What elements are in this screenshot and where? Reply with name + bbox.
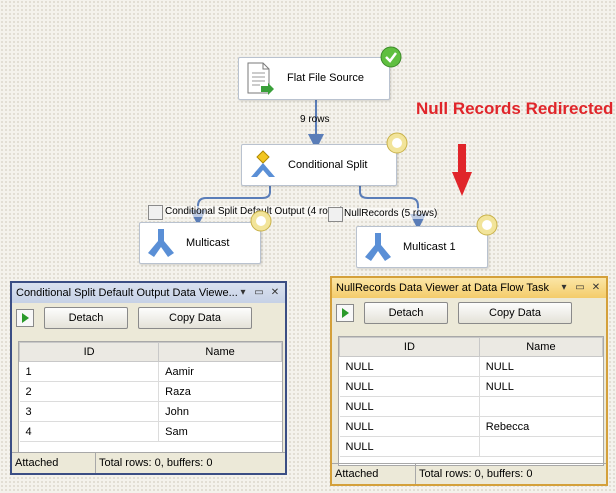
table-row[interactable]: NULL xyxy=(339,396,603,417)
viewer-title: NullRecords Data Viewer at Data Flow Tas… xyxy=(336,282,549,294)
table-row[interactable]: 2 Raza xyxy=(19,381,282,402)
pending-status-icon xyxy=(476,214,498,236)
viewer-statusbar: Attached Total rows: 0, buffers: 0 xyxy=(332,463,606,484)
table-row[interactable]: NULL NULL xyxy=(339,376,603,397)
column-header-name[interactable]: Name xyxy=(478,337,603,357)
viewer-toolbar: Detach Copy Data xyxy=(12,303,285,333)
table-cell: NULL xyxy=(339,396,480,417)
table-cell: NULL xyxy=(339,356,480,377)
maximize-icon[interactable]: ▭ xyxy=(574,282,586,294)
copy-data-button[interactable]: Copy Data xyxy=(138,307,252,329)
table-cell: 4 xyxy=(19,421,159,442)
table-cell: NULL xyxy=(339,416,480,437)
data-viewer-icon[interactable] xyxy=(148,205,163,220)
copy-data-button[interactable]: Copy Data xyxy=(458,302,572,324)
check-icon xyxy=(380,46,402,68)
table-cell xyxy=(478,436,603,457)
path-label-null[interactable]: NullRecords (5 rows) xyxy=(344,208,438,219)
table-cell: 3 xyxy=(19,401,159,422)
table-row[interactable]: NULL NULL xyxy=(339,356,603,377)
table-row[interactable]: NULL Rebecca xyxy=(339,416,603,437)
annotation-arrow-icon xyxy=(452,144,472,196)
multicast-1-node[interactable]: Multicast 1 xyxy=(356,226,488,268)
table-cell: John xyxy=(158,401,282,422)
viewer-titlebar[interactable]: Conditional Split Default Output Data Vi… xyxy=(12,283,285,303)
viewer-statusbar: Attached Total rows: 0, buffers: 0 xyxy=(12,452,285,473)
close-icon[interactable]: ✕ xyxy=(269,287,281,299)
viewer-titlebar[interactable]: NullRecords Data Viewer at Data Flow Tas… xyxy=(332,278,606,298)
table-cell xyxy=(478,396,603,417)
flat-file-source-node[interactable]: Flat File Source xyxy=(238,57,390,100)
table-cell: NULL xyxy=(478,376,603,397)
continue-button[interactable] xyxy=(336,304,354,322)
table-row[interactable]: 1 Aamir xyxy=(19,361,282,382)
column-header-name[interactable]: Name xyxy=(158,342,282,362)
detach-button[interactable]: Detach xyxy=(364,302,448,324)
table-cell: Aamir xyxy=(158,361,282,382)
continue-button[interactable] xyxy=(16,309,34,327)
annotation-text: Null Records Redirected xyxy=(416,99,614,118)
maximize-icon[interactable]: ▭ xyxy=(253,287,265,299)
flat-file-source-label: Flat File Source xyxy=(287,72,365,84)
pending-status-icon xyxy=(386,132,408,154)
multicast-icon xyxy=(148,229,174,257)
multicast-1-label: Multicast 1 xyxy=(403,241,456,253)
conditional-split-label: Conditional Split xyxy=(288,159,368,171)
column-header-id[interactable]: ID xyxy=(19,342,160,362)
table-cell: Raza xyxy=(158,381,282,402)
table-cell: 1 xyxy=(19,361,159,382)
multicast-label: Multicast xyxy=(186,237,230,249)
close-icon[interactable]: ✕ xyxy=(590,282,602,294)
table-cell: 2 xyxy=(19,381,159,402)
table-cell: NULL xyxy=(339,376,480,397)
data-viewer-null-records: NullRecords Data Viewer at Data Flow Tas… xyxy=(330,276,608,486)
status-total-rows: Total rows: 0, buffers: 0 xyxy=(419,468,533,480)
table-row[interactable]: 4 Sam xyxy=(19,421,282,442)
column-header-id[interactable]: ID xyxy=(339,337,480,357)
status-attached: Attached xyxy=(332,464,416,484)
detach-button[interactable]: Detach xyxy=(44,307,128,329)
pending-status-icon xyxy=(250,210,272,232)
data-grid[interactable]: ID Name NULL NULL NULL NULL NULL NULL Rebec… xyxy=(338,336,604,466)
path-label-main[interactable]: 9 rows xyxy=(300,114,329,125)
table-cell: NULL xyxy=(339,436,480,457)
data-viewer-default-output: Conditional Split Default Output Data Vi… xyxy=(10,281,287,475)
data-grid[interactable]: ID Name 1 Aamir 2 Raza 3 John 4 Sam xyxy=(18,341,283,453)
flat-file-icon xyxy=(247,62,274,95)
table-row[interactable]: NULL xyxy=(339,436,603,457)
table-cell: Sam xyxy=(158,421,282,442)
status-attached: Attached xyxy=(12,453,96,473)
dropdown-icon[interactable]: ▾ xyxy=(237,287,249,299)
table-cell: Rebecca xyxy=(478,416,603,437)
conditional-split-node[interactable]: Conditional Split xyxy=(241,144,397,186)
table-cell: NULL xyxy=(478,356,603,377)
status-total-rows: Total rows: 0, buffers: 0 xyxy=(99,457,213,469)
dropdown-icon[interactable]: ▾ xyxy=(558,282,570,294)
table-row[interactable]: 3 John xyxy=(19,401,282,422)
viewer-title: Conditional Split Default Output Data Vi… xyxy=(16,287,237,299)
viewer-toolbar: Detach Copy Data xyxy=(332,298,606,328)
conditional-split-icon xyxy=(251,150,275,177)
multicast-node[interactable]: Multicast xyxy=(139,222,261,264)
data-viewer-icon[interactable] xyxy=(328,207,343,222)
multicast-icon xyxy=(365,233,391,261)
